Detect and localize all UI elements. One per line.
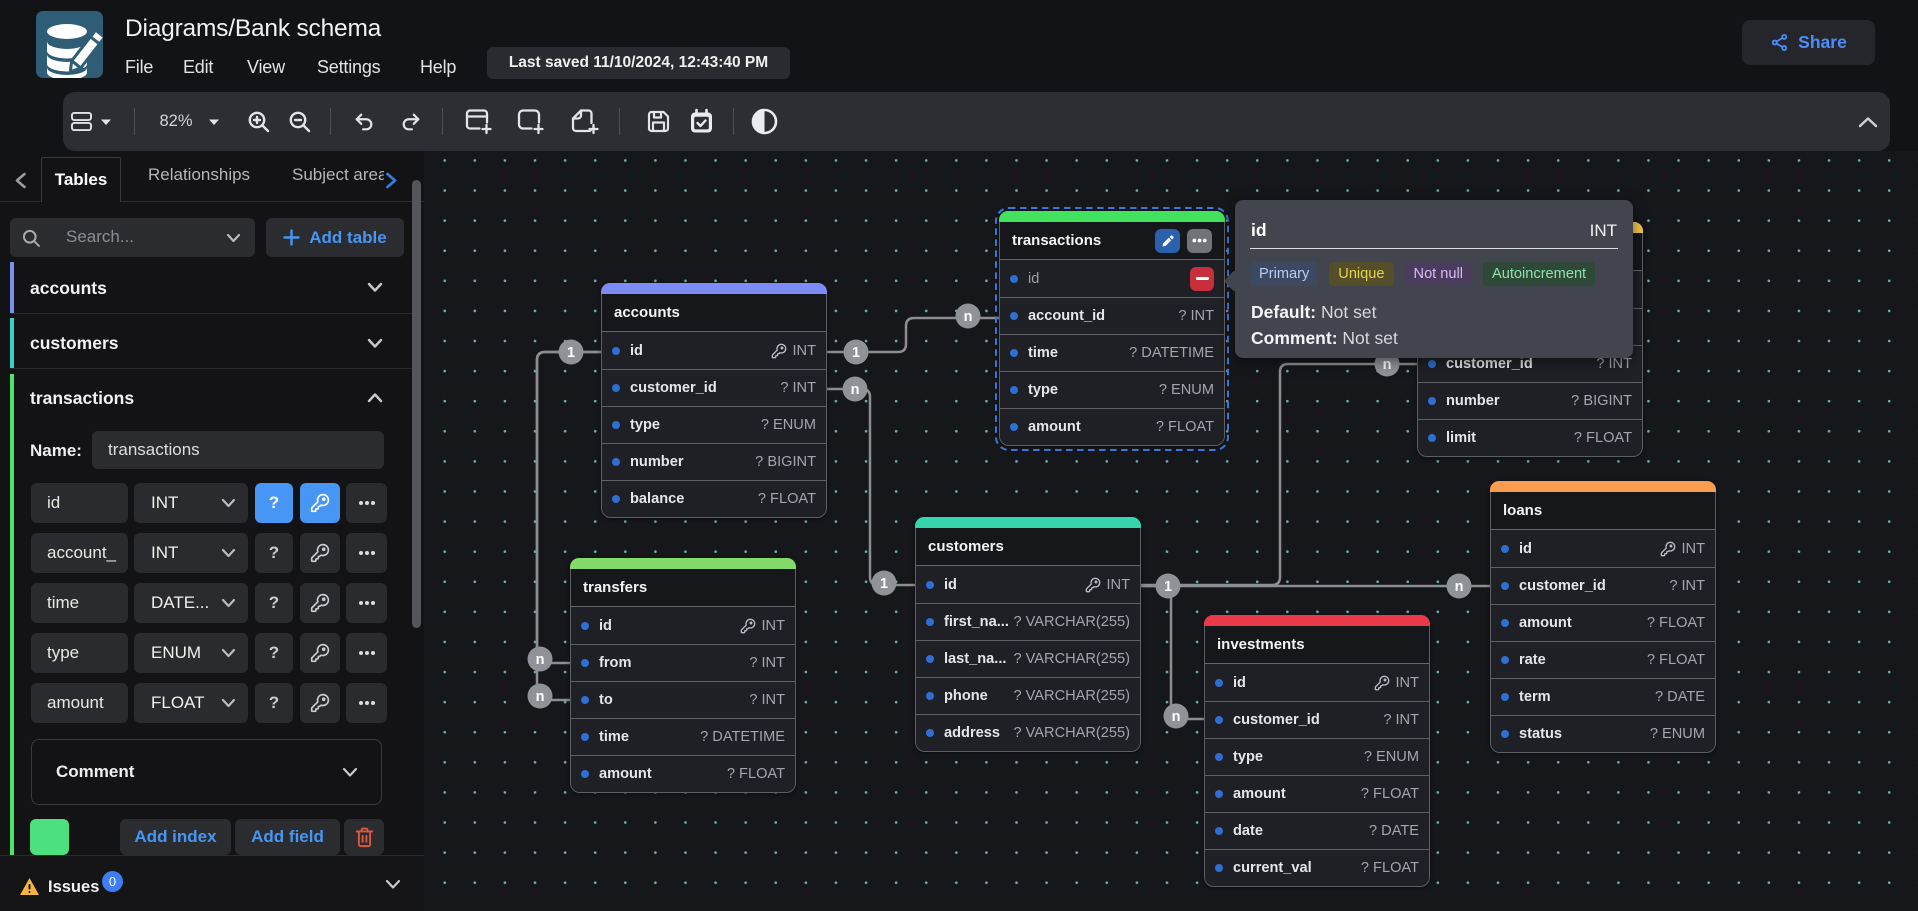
svg-text:n: n xyxy=(536,689,545,705)
svg-text:n: n xyxy=(964,309,973,325)
svg-text:1: 1 xyxy=(852,345,860,361)
svg-text:n: n xyxy=(1172,709,1181,725)
svg-text:n: n xyxy=(851,382,860,398)
svg-text:1: 1 xyxy=(880,576,888,592)
svg-text:n: n xyxy=(1383,357,1392,373)
svg-text:n: n xyxy=(1455,579,1464,595)
svg-text:1: 1 xyxy=(567,345,575,361)
svg-text:n: n xyxy=(536,652,545,668)
svg-text:1: 1 xyxy=(1164,579,1172,595)
